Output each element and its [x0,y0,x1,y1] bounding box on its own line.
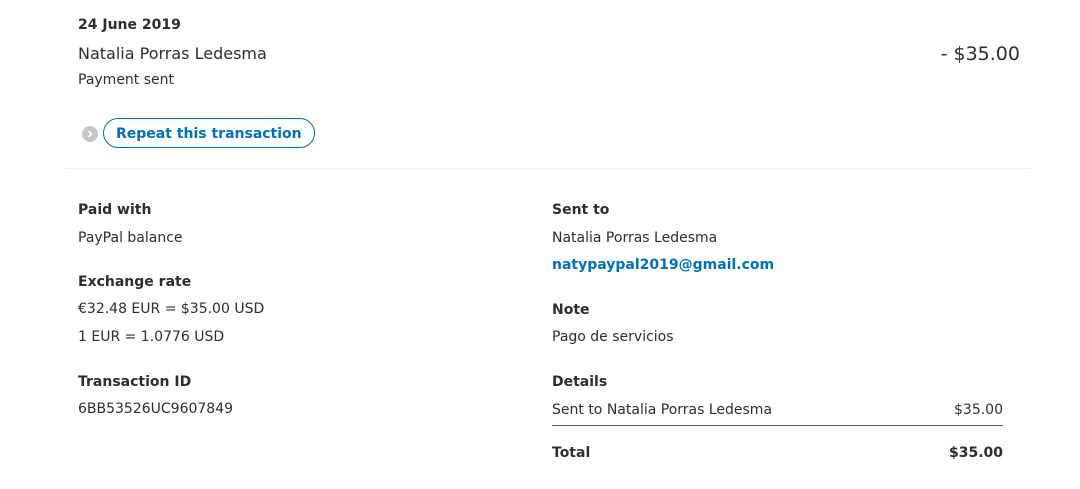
details-label: Details [552,374,608,390]
counterparty-name: Natalia Porras Ledesma [78,44,267,63]
section-divider [65,168,1030,169]
sent-to-label: Sent to [552,202,610,218]
transaction-id-label: Transaction ID [78,374,192,390]
chevron-right-icon[interactable] [82,126,98,142]
transaction-date: 24 June 2019 [78,17,181,33]
note-label: Note [552,302,590,318]
paid-with-label: Paid with [78,202,152,218]
transaction-status: Payment sent [78,72,175,88]
exchange-rate-label: Exchange rate [78,274,192,290]
repeat-transaction-button[interactable]: Repeat this transaction [103,118,315,148]
transaction-id-value: 6BB53526UC9607849 [78,401,234,417]
details-total-divider [552,425,1003,426]
total-label: Total [552,445,591,461]
exchange-rate-amount: €32.48 EUR = $35.00 USD [78,301,265,317]
paid-with-value: PayPal balance [78,230,183,246]
chevron-right-glyph [87,130,93,138]
sent-to-name: Natalia Porras Ledesma [552,230,718,246]
total-amount: $35.00 [948,445,1003,461]
transaction-amount: - $35.00 [940,43,1020,65]
sent-to-email-link[interactable]: natypaypal2019@gmail.com [552,257,774,273]
exchange-rate-ratio: 1 EUR = 1.0776 USD [78,329,225,345]
details-row-amount: $35.00 [954,402,1003,418]
details-row-label: Sent to Natalia Porras Ledesma [552,402,773,418]
note-value: Pago de servicios [552,329,674,345]
